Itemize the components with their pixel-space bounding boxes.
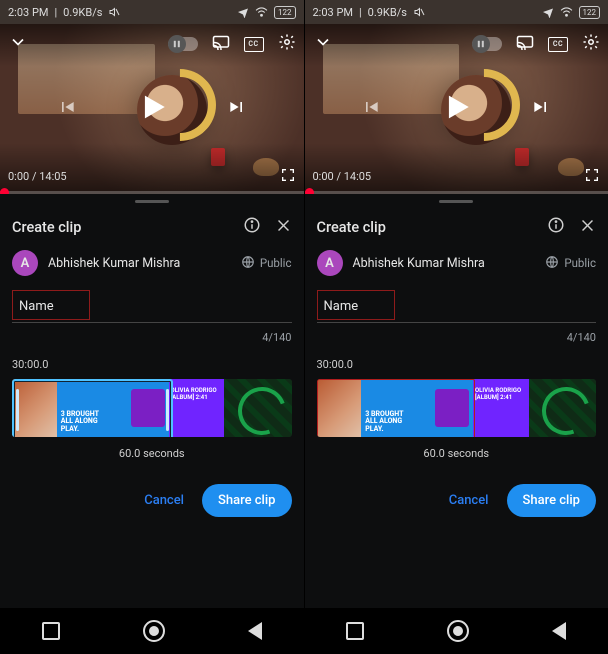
clip-duration: 60.0 seconds bbox=[12, 447, 292, 460]
create-clip-sheet: Create clip A Abhishek Kumar Mishra bbox=[0, 208, 304, 608]
side-by-side-frame: 2:03 PM | 0.9KB/s 122 bbox=[0, 0, 608, 654]
status-bar: 2:03 PM | 0.9KB/s 122 bbox=[305, 0, 608, 24]
player-top-controls: CC bbox=[313, 32, 601, 56]
clip-start-time: 30:00.0 bbox=[317, 358, 597, 371]
nav-home-button[interactable] bbox=[143, 620, 165, 642]
android-nav-bar bbox=[0, 608, 304, 654]
mute-icon bbox=[108, 6, 120, 18]
autoplay-toggle[interactable] bbox=[472, 37, 502, 51]
status-time: 2:03 PM bbox=[313, 6, 353, 19]
airplane-icon bbox=[542, 6, 554, 18]
wifi-icon bbox=[560, 7, 573, 17]
progress-thumb[interactable] bbox=[305, 188, 314, 194]
fullscreen-button[interactable] bbox=[584, 167, 600, 186]
autoplay-toggle[interactable] bbox=[168, 37, 198, 51]
player-timecode: 0:00 / 14:05 bbox=[8, 170, 67, 183]
wifi-icon bbox=[255, 7, 268, 17]
player-bottom-bar: 0:00 / 14:05 bbox=[313, 167, 601, 186]
play-button[interactable] bbox=[439, 90, 473, 128]
previous-button[interactable] bbox=[57, 97, 77, 121]
globe-icon bbox=[545, 255, 559, 272]
visibility-selector[interactable]: Public bbox=[545, 255, 596, 272]
mute-icon bbox=[413, 6, 425, 18]
captions-button[interactable]: CC bbox=[244, 37, 264, 52]
captions-button[interactable]: CC bbox=[548, 37, 568, 52]
player-mid-controls bbox=[0, 90, 304, 128]
play-button[interactable] bbox=[135, 90, 169, 128]
progress-thumb[interactable] bbox=[0, 188, 9, 194]
sheet-drag-handle[interactable] bbox=[305, 194, 608, 208]
android-nav-bar bbox=[305, 608, 608, 654]
create-clip-sheet: Create clip A Abhishek Kumar Mishra bbox=[305, 208, 608, 608]
cast-icon[interactable] bbox=[212, 35, 230, 54]
share-clip-button[interactable]: Share clip bbox=[202, 484, 292, 517]
player-top-controls: CC bbox=[8, 32, 296, 56]
clip-timeline[interactable]: 3 BROUGHT ALL ALONG PLAY. OLIVIA RODRIGO… bbox=[12, 379, 292, 437]
char-count: 4/140 bbox=[317, 331, 597, 344]
settings-gear-icon[interactable] bbox=[582, 33, 600, 55]
fullscreen-button[interactable] bbox=[280, 167, 296, 186]
avatar: A bbox=[12, 250, 38, 276]
battery-icon: 122 bbox=[274, 6, 296, 19]
video-player[interactable]: CC 0:00 / 14:05 bbox=[0, 24, 304, 194]
share-clip-button[interactable]: Share clip bbox=[507, 484, 597, 517]
user-name: Abhishek Kumar Mishra bbox=[48, 256, 231, 271]
next-button[interactable] bbox=[227, 97, 247, 121]
nav-home-button[interactable] bbox=[447, 620, 469, 642]
status-time: 2:03 PM bbox=[8, 6, 48, 19]
cancel-button[interactable]: Cancel bbox=[449, 493, 489, 508]
sheet-drag-handle[interactable] bbox=[0, 194, 304, 208]
next-button[interactable] bbox=[531, 97, 551, 121]
clip-name-input[interactable]: Name bbox=[317, 290, 597, 323]
globe-icon bbox=[241, 255, 255, 272]
video-player[interactable]: CC 0:00 / 14:05 bbox=[305, 24, 608, 194]
phone-screenshot-left: 2:03 PM | 0.9KB/s 122 bbox=[0, 0, 305, 654]
collapse-player-button[interactable] bbox=[8, 32, 28, 56]
progress-bar[interactable] bbox=[0, 191, 304, 194]
cast-icon[interactable] bbox=[516, 35, 534, 54]
progress-bar[interactable] bbox=[305, 191, 608, 194]
player-bottom-bar: 0:00 / 14:05 bbox=[8, 167, 296, 186]
nav-recents-button[interactable] bbox=[42, 622, 60, 640]
clip-timeline[interactable]: 3 BROUGHT ALL ALONG PLAY. OLIVIA RODRIGO… bbox=[317, 379, 597, 437]
settings-gear-icon[interactable] bbox=[278, 33, 296, 55]
player-mid-controls bbox=[305, 90, 608, 128]
nav-recents-button[interactable] bbox=[346, 622, 364, 640]
user-row: A Abhishek Kumar Mishra Public bbox=[317, 250, 597, 276]
sheet-title: Create clip bbox=[12, 219, 81, 236]
battery-icon: 122 bbox=[579, 6, 601, 19]
user-name: Abhishek Kumar Mishra bbox=[353, 256, 536, 271]
clip-start-time: 30:00.0 bbox=[12, 358, 292, 371]
phone-screenshot-right: 2:03 PM | 0.9KB/s 122 bbox=[305, 0, 608, 654]
clip-name-input[interactable]: Name bbox=[12, 290, 292, 323]
info-icon[interactable] bbox=[547, 216, 565, 238]
cancel-button[interactable]: Cancel bbox=[144, 493, 184, 508]
previous-button[interactable] bbox=[361, 97, 381, 121]
airplane-icon bbox=[237, 6, 249, 18]
info-icon[interactable] bbox=[243, 216, 261, 238]
char-count: 4/140 bbox=[12, 331, 292, 344]
sheet-title: Create clip bbox=[317, 219, 386, 236]
status-bar: 2:03 PM | 0.9KB/s 122 bbox=[0, 0, 304, 24]
player-timecode: 0:00 / 14:05 bbox=[313, 170, 372, 183]
visibility-selector[interactable]: Public bbox=[241, 255, 292, 272]
nav-back-button[interactable] bbox=[248, 622, 262, 640]
close-icon[interactable] bbox=[579, 217, 596, 238]
nav-back-button[interactable] bbox=[552, 622, 566, 640]
user-row: A Abhishek Kumar Mishra Public bbox=[12, 250, 292, 276]
clip-duration: 60.0 seconds bbox=[317, 447, 597, 460]
status-net-speed: 0.9KB/s bbox=[63, 6, 102, 19]
avatar: A bbox=[317, 250, 343, 276]
collapse-player-button[interactable] bbox=[313, 32, 333, 56]
status-net-speed: 0.9KB/s bbox=[368, 6, 407, 19]
close-icon[interactable] bbox=[275, 217, 292, 238]
